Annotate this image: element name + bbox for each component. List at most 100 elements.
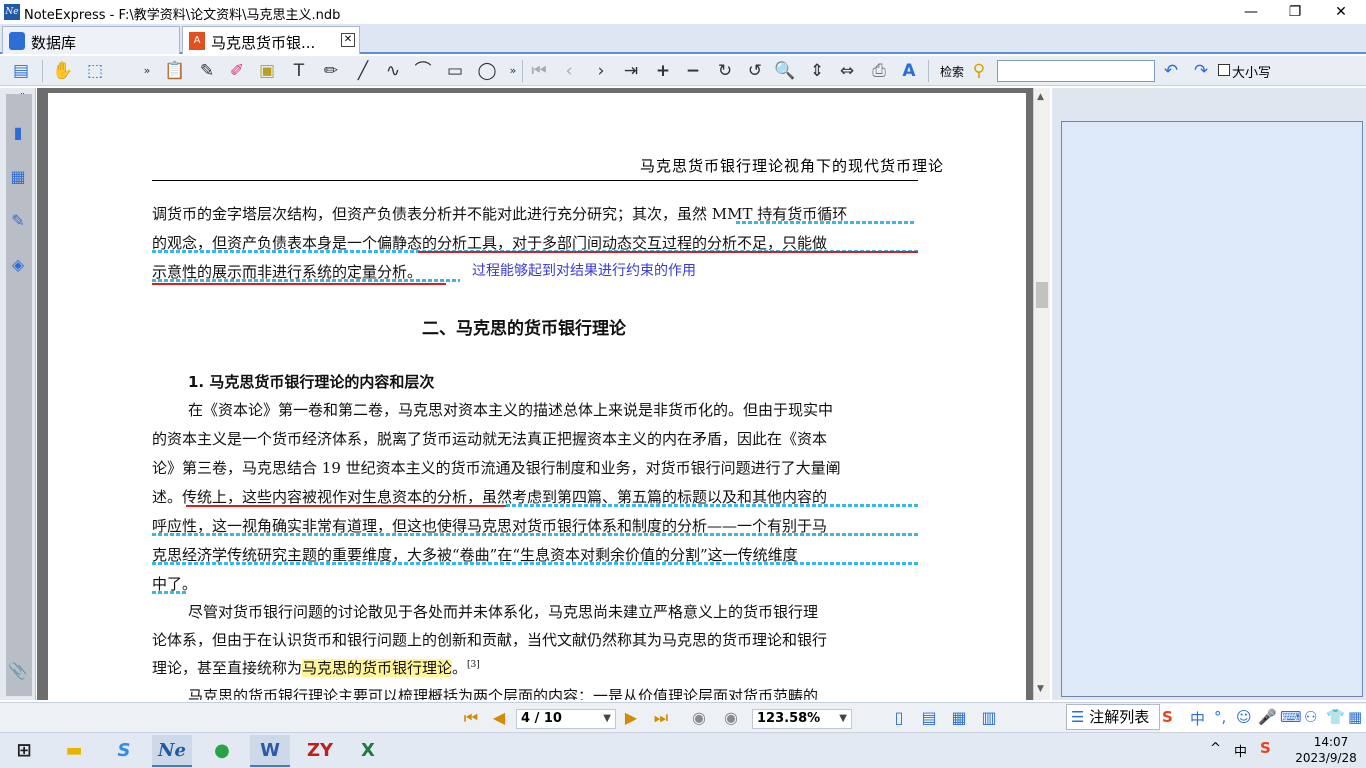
document-list-icon[interactable]: ▤ bbox=[8, 59, 34, 83]
tab-pdf-document[interactable]: A 马克思货币银... ✕ bbox=[182, 26, 360, 54]
clock-date[interactable]: 2023/9/28 bbox=[1290, 751, 1362, 765]
last-page-button-icon[interactable]: ⏭ bbox=[650, 707, 672, 729]
scroll-up-icon[interactable]: ▲ bbox=[1037, 92, 1044, 102]
clipboard-icon[interactable]: 📋 bbox=[162, 59, 188, 83]
pdf-page: 马克思货币银行理论视角下的现代货币理论 调货币的金字塔层次结构，但资产负债表分析… bbox=[48, 93, 1026, 700]
case-sensitive-checkbox[interactable] bbox=[1218, 64, 1230, 76]
single-page-view-icon[interactable]: ▯ bbox=[888, 707, 910, 729]
rotate-clockwise-icon[interactable]: ↻ bbox=[712, 59, 738, 83]
ellipse-tool-icon[interactable]: ◯ bbox=[474, 59, 500, 83]
file-explorer-icon[interactable]: ▬ bbox=[54, 735, 94, 767]
tray-sogou-icon[interactable]: S bbox=[1260, 739, 1271, 757]
last-page-icon[interactable]: ⇥ bbox=[618, 59, 644, 83]
highlighted-text[interactable]: 马克思的货币银行理论 bbox=[302, 659, 453, 677]
font-settings-icon[interactable]: A bbox=[896, 59, 922, 83]
minimize-button[interactable]: — bbox=[1228, 0, 1274, 24]
page-selector[interactable]: 4 / 10 ▼ bbox=[516, 709, 616, 729]
notes-list-tab[interactable]: ☰ 注解列表 bbox=[1066, 704, 1160, 730]
print-icon[interactable]: ⎙ bbox=[866, 59, 892, 83]
layers-icon[interactable]: ◈ bbox=[8, 254, 28, 276]
inline-annotation[interactable]: 过程能够起到对结果进行约束的作用 bbox=[472, 260, 696, 280]
start-button[interactable]: ⊞ bbox=[4, 735, 44, 767]
wavy-underline bbox=[152, 591, 186, 594]
emoji-icon[interactable]: ☺ bbox=[1236, 708, 1252, 726]
fit-width-icon[interactable]: ⇔ bbox=[834, 59, 860, 83]
sogou-ime-icon[interactable]: S bbox=[1162, 708, 1173, 726]
continuous-view-icon[interactable]: ▤ bbox=[918, 707, 940, 729]
database-icon bbox=[9, 32, 25, 50]
next-page-button-icon[interactable]: ▶ bbox=[620, 707, 642, 729]
section-heading: 二、马克思的货币银行理论 bbox=[422, 319, 626, 339]
text-box-icon[interactable]: T bbox=[286, 59, 312, 83]
more-tools-icon[interactable]: » bbox=[134, 59, 160, 83]
next-page-icon[interactable]: › bbox=[588, 59, 614, 83]
pencil-icon[interactable]: ✏ bbox=[318, 59, 344, 83]
page-indicator: 4 / 10 bbox=[521, 711, 562, 726]
maximize-button[interactable]: ❐ bbox=[1272, 0, 1318, 24]
search-previous-icon[interactable]: ↶ bbox=[1158, 59, 1184, 83]
close-button[interactable]: ✕ bbox=[1318, 0, 1364, 24]
noteexpress-logo-icon: Ne bbox=[4, 4, 20, 20]
microphone-icon[interactable]: 🎤 bbox=[1258, 708, 1277, 726]
hand-tool-icon[interactable]: ✋ bbox=[50, 59, 76, 83]
scroll-down-icon[interactable]: ▼ bbox=[1037, 684, 1044, 694]
tab-database[interactable]: 数据库 bbox=[2, 26, 180, 54]
grid-view-icon[interactable]: ▦ bbox=[948, 707, 970, 729]
previous-page-icon[interactable]: ‹ bbox=[556, 59, 582, 83]
annotations-panel-icon[interactable]: ✎ bbox=[8, 210, 28, 232]
select-rectangle-icon[interactable]: ⬚ bbox=[82, 59, 108, 83]
word-icon[interactable]: W bbox=[250, 735, 290, 767]
tray-ime-indicator[interactable]: 中 bbox=[1234, 741, 1247, 760]
ime-language[interactable]: 中 bbox=[1190, 708, 1205, 729]
punctuation-icon[interactable]: °, bbox=[1214, 708, 1226, 726]
sogou-browser-icon[interactable]: S bbox=[104, 735, 144, 767]
tray-expand-icon[interactable]: ^ bbox=[1210, 741, 1221, 756]
highlighter-icon[interactable]: ✐ bbox=[224, 59, 250, 83]
rotate-counterclockwise-icon[interactable]: ↺ bbox=[742, 59, 768, 83]
previous-page-button-icon[interactable]: ◀ bbox=[488, 707, 510, 729]
area-highlight-icon[interactable]: ▣ bbox=[254, 59, 280, 83]
zoom-in-icon[interactable]: + bbox=[650, 59, 676, 83]
arc-tool-icon[interactable]: ⌒ bbox=[410, 59, 436, 83]
text-segment: 理论，甚至直接统称为 bbox=[152, 659, 303, 677]
magnifier-icon[interactable]: 🔍 bbox=[772, 59, 798, 83]
notes-list-area[interactable] bbox=[1061, 121, 1363, 697]
line-tool-icon[interactable]: ╱ bbox=[350, 59, 376, 83]
search-next-icon[interactable]: ↷ bbox=[1188, 59, 1214, 83]
first-page-button-icon[interactable]: ⏮ bbox=[460, 707, 482, 729]
toolbar-separator bbox=[928, 60, 929, 82]
case-sensitive-label: 大小写 bbox=[1232, 66, 1272, 81]
keyboard-icon[interactable]: ⌨ bbox=[1280, 708, 1302, 726]
bookmark-icon[interactable]: ▮ bbox=[8, 122, 28, 144]
history-back-icon[interactable]: ◉ bbox=[688, 707, 710, 729]
attachment-icon[interactable]: 📎 bbox=[8, 660, 28, 682]
toolbar-separator bbox=[522, 60, 523, 82]
vertical-scrollbar[interactable]: ▲ ▼ bbox=[1033, 88, 1050, 700]
evernote-icon[interactable]: ● bbox=[202, 735, 242, 767]
rectangle-tool-icon[interactable]: ▭ bbox=[442, 59, 468, 83]
toolbox-icon[interactable]: ▦ bbox=[1348, 708, 1362, 726]
skin-icon[interactable]: 👕 bbox=[1326, 708, 1345, 726]
chevron-down-icon: ▼ bbox=[603, 713, 611, 724]
noteexpress-icon[interactable]: Ne bbox=[152, 735, 192, 767]
zoom-out-icon[interactable]: − bbox=[680, 59, 706, 83]
zoom-selector[interactable]: 123.58% ▼ bbox=[752, 709, 852, 729]
edit-note-icon[interactable]: ✎ bbox=[194, 59, 220, 83]
tab-close-icon[interactable]: ✕ bbox=[341, 33, 355, 47]
chevron-down-icon: ▼ bbox=[839, 713, 847, 724]
two-page-view-icon[interactable]: ▥ bbox=[978, 707, 1000, 729]
history-forward-icon[interactable]: ◉ bbox=[720, 707, 742, 729]
thumbnails-icon[interactable]: ▦ bbox=[8, 166, 28, 188]
binoculars-icon[interactable]: ⚲ bbox=[966, 59, 992, 83]
zy-app-icon[interactable]: ZY bbox=[300, 735, 340, 767]
freehand-icon[interactable]: ∿ bbox=[380, 59, 406, 83]
first-page-icon[interactable]: ⏮ bbox=[526, 59, 552, 83]
clock-time[interactable]: 14:07 bbox=[1306, 735, 1356, 749]
scrollbar-thumb[interactable] bbox=[1036, 282, 1048, 308]
red-underline bbox=[186, 505, 506, 507]
search-input[interactable] bbox=[997, 60, 1155, 82]
ime-toolbar: S 中 °, ☺ 🎤 ⌨ ⚇ 👕 ▦ bbox=[1160, 704, 1366, 732]
user-icon[interactable]: ⚇ bbox=[1304, 708, 1317, 726]
excel-icon[interactable]: X bbox=[348, 735, 388, 767]
fit-height-icon[interactable]: ⇕ bbox=[804, 59, 830, 83]
